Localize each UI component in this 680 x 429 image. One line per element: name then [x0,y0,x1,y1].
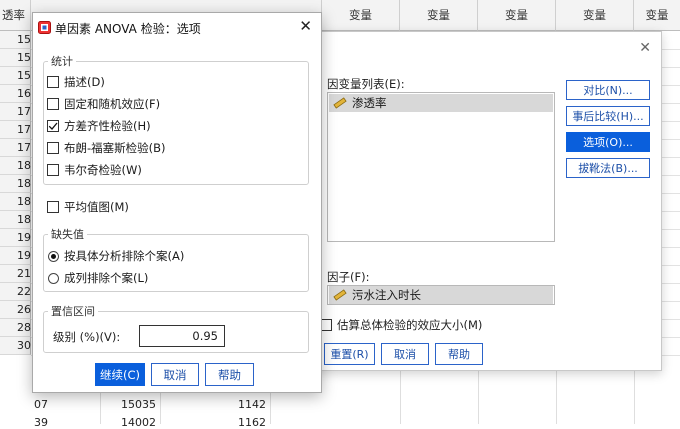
missing-values-group-title: 缺失值 [48,226,87,242]
dependent-var-name: 渗透率 [352,96,387,110]
exclude-analysis-option[interactable]: 按具体分析排除个案(A) [48,247,184,265]
cell-value[interactable]: 14002 [90,416,156,429]
row-number[interactable]: 30 [0,337,31,355]
column-header-var[interactable]: 变量 [556,0,634,31]
exclude-listwise-option[interactable]: 成列排除个案(L) [48,269,148,287]
close-icon[interactable]: ✕ [299,17,312,35]
row-number[interactable]: 22 [0,283,31,301]
welch-label: 韦尔奇检验(W) [64,163,142,177]
anova-options-dialog: 单因素 ANOVA 检验：选项 ✕ 统计 描述(D) 固定和随机效应(F) 方差齐性… [32,12,322,393]
homogeneity-test-label: 方差齐性检验(H) [64,119,151,133]
cell-value[interactable]: 07 [16,398,48,411]
row-number[interactable]: 15 [0,49,31,67]
dependent-list-label: 因变量列表(E): [327,77,405,91]
factor-label: 因子(F): [327,270,370,284]
dependent-list[interactable]: 渗透率 [327,92,555,242]
oneway-anova-dialog: ✕ 因变量列表(E): 渗透率 对比(N)... 事后比较(H)... 选项(O… [268,31,662,371]
row-number[interactable]: 15 [0,31,31,49]
dialog-title: 单因素 ANOVA 检验：选项 [55,22,201,36]
options-button[interactable]: 选项(O)... [566,132,650,152]
column-header-var[interactable]: 变量 [400,0,478,31]
ci-level-input[interactable]: 0.95 [139,325,225,347]
fixed-random-effects-option[interactable]: 固定和随机效应(F) [47,95,160,113]
means-plot-checkbox[interactable] [47,201,59,213]
fixed-random-effects-label: 固定和随机效应(F) [64,97,161,111]
row-number[interactable]: 17 [0,139,31,157]
brown-forsythe-option[interactable]: 布朗-福塞斯检验(B) [47,139,166,157]
scale-variable-icon [333,97,347,109]
row-number[interactable]: 28 [0,319,31,337]
exclude-listwise-label: 成列排除个案(L) [64,271,149,285]
row-number[interactable]: 18 [0,211,31,229]
scale-variable-icon [333,289,347,301]
column-header-var[interactable]: 变量 [634,0,680,31]
help-button[interactable]: 帮助 [435,343,483,365]
homogeneity-test-option[interactable]: 方差齐性检验(H) [47,117,151,135]
help-button[interactable]: 帮助 [205,363,254,386]
welch-checkbox[interactable] [47,164,59,176]
row-number[interactable]: 17 [0,121,31,139]
brown-forsythe-label: 布朗-福塞斯检验(B) [64,141,166,155]
exclude-analysis-radio[interactable] [48,250,59,262]
factor-box[interactable]: 污水注入时长 [327,285,555,305]
descriptive-option[interactable]: 描述(D) [47,73,105,91]
column-header-var[interactable]: 变量 [478,0,556,31]
descriptive-checkbox[interactable] [47,76,59,88]
list-item[interactable]: 渗透率 [329,94,553,112]
reset-button[interactable]: 重置(R) [324,343,375,365]
cancel-button[interactable]: 取消 [381,343,429,365]
bootstrap-button[interactable]: 拔靴法(B)... [566,158,650,178]
means-plot-option[interactable]: 平均值图(M) [47,198,129,216]
descriptive-label: 描述(D) [64,75,105,89]
continue-button[interactable]: 继续(C) [95,363,145,386]
list-item[interactable]: 污水注入时长 [329,286,553,304]
row-number[interactable]: 16 [0,85,31,103]
welch-option[interactable]: 韦尔奇检验(W) [47,161,142,179]
means-plot-label: 平均值图(M) [64,200,129,214]
cell-value[interactable]: 15035 [90,398,156,411]
contrasts-button[interactable]: 对比(N)... [566,80,650,100]
exclude-listwise-radio[interactable] [48,272,59,284]
row-number[interactable]: 18 [0,157,31,175]
row-number[interactable]: 21 [0,265,31,283]
row-number[interactable]: 18 [0,175,31,193]
row-number[interactable]: 18 [0,193,31,211]
ci-level-label: 级别 (%)(V): [53,330,121,344]
effect-size-label: 估算总体检验的效应大小(M) [337,318,483,332]
statistics-group-title: 统计 [48,53,76,69]
factor-var-name: 污水注入时长 [352,288,421,302]
spss-app-icon [38,21,51,34]
confidence-interval-group-title: 置信区间 [48,303,98,319]
cancel-button[interactable]: 取消 [151,363,199,386]
row-number[interactable]: 19 [0,247,31,265]
row-number[interactable]: 17 [0,103,31,121]
cell-value[interactable]: 1142 [200,398,266,411]
dialog-titlebar[interactable]: 单因素 ANOVA 检验：选项 ✕ [33,13,321,41]
row-number[interactable]: 19 [0,229,31,247]
row-number[interactable]: 15 [0,67,31,85]
fixed-random-effects-checkbox[interactable] [47,98,59,110]
exclude-analysis-label: 按具体分析排除个案(A) [64,249,185,263]
checkmark-icon [48,122,58,130]
effect-size-option[interactable]: 估算总体检验的效应大小(M) [320,317,482,333]
post-hoc-button[interactable]: 事后比较(H)... [566,106,650,126]
column-header-partial[interactable]: 透率 [0,0,31,31]
homogeneity-test-checkbox[interactable] [47,120,59,132]
column-header-var[interactable]: 变量 [322,0,400,31]
cell-value[interactable]: 39 [16,416,48,429]
close-icon[interactable]: ✕ [639,40,651,56]
brown-forsythe-checkbox[interactable] [47,142,59,154]
cell-value[interactable]: 1162 [200,416,266,429]
row-number[interactable]: 26 [0,301,31,319]
